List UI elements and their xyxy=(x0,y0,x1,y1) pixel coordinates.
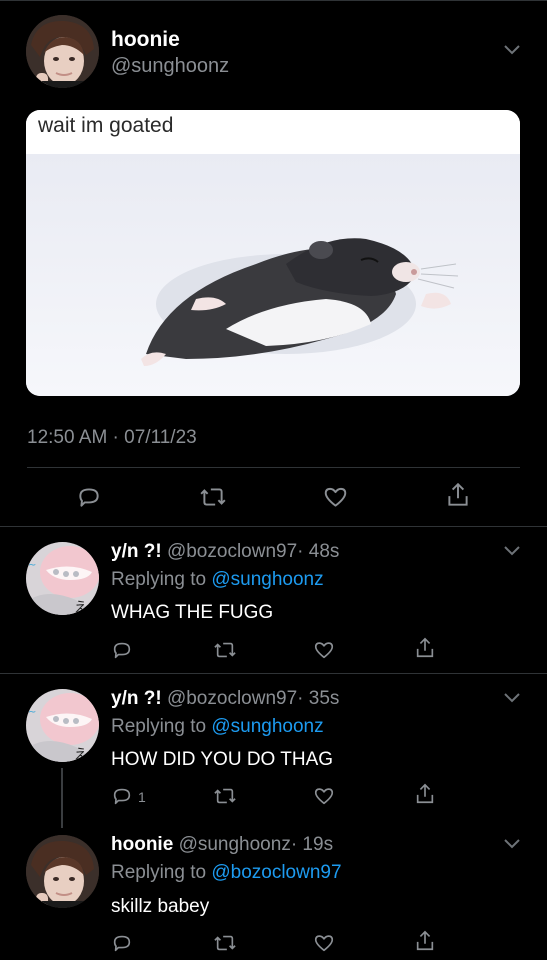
reply2-display-name[interactable]: y/n ?! xyxy=(111,688,162,709)
top-divider xyxy=(0,0,547,1)
reply3-time: · 19s xyxy=(290,834,334,855)
svg-text:え: え xyxy=(74,747,88,762)
main-timestamp[interactable]: 12:50 AM · 07/11/23 xyxy=(27,427,197,449)
avatar-hoonie-2[interactable] xyxy=(26,835,99,908)
reply3-handle[interactable]: @sunghoonz xyxy=(179,834,291,855)
main-handle[interactable]: @sunghoonz xyxy=(111,55,229,78)
reply3-header: hoonie @sunghoonz· 19s xyxy=(111,834,333,856)
reply1-handle[interactable]: @bozoclown97 xyxy=(167,541,297,562)
avatar-yn-image: ~ え xyxy=(26,542,99,615)
reply1-replying-to: Replying to @sunghoonz xyxy=(111,569,324,591)
reply1-replying-prefix: Replying to xyxy=(111,569,207,590)
reply3-text: skillz babey xyxy=(111,896,210,917)
avatar-yn[interactable]: ~ え xyxy=(26,542,99,615)
avatar-yn-2-image: ~ え xyxy=(26,689,99,762)
thread-line xyxy=(61,768,63,828)
reply2-replying-link[interactable]: @sunghoonz xyxy=(211,716,323,737)
reply1-share-icon[interactable] xyxy=(414,636,436,660)
reply1-like-icon[interactable] xyxy=(313,639,335,661)
svg-text:え: え xyxy=(74,600,88,615)
image-caption: wait im goated xyxy=(38,114,174,137)
reply2-handle[interactable]: @bozoclown97 xyxy=(167,688,297,709)
reply2-replying-to: Replying to @sunghoonz xyxy=(111,716,324,738)
reply2-header: y/n ?! @bozoclown97· 35s xyxy=(111,688,339,710)
timestamp-divider xyxy=(27,467,520,468)
svg-text:~: ~ xyxy=(28,707,36,718)
reply1-divider xyxy=(0,673,547,674)
hamster-illustration xyxy=(26,154,520,396)
reply3-replying-link[interactable]: @bozoclown97 xyxy=(211,862,341,883)
reply2-like-icon[interactable] xyxy=(313,785,335,807)
reply3-share-icon[interactable] xyxy=(414,929,436,953)
reply1-retweet-icon[interactable] xyxy=(213,639,237,661)
reply3-chevron-down-icon[interactable] xyxy=(503,838,521,850)
reply1-chevron-down-icon[interactable] xyxy=(503,545,521,557)
reply3-display-name[interactable]: hoonie xyxy=(111,834,173,855)
svg-text:~: ~ xyxy=(28,560,36,571)
share-icon[interactable] xyxy=(445,481,471,509)
reply3-replying-prefix: Replying to xyxy=(111,862,207,883)
chevron-down-icon[interactable] xyxy=(503,44,521,56)
retweet-icon[interactable] xyxy=(199,484,227,510)
reply-icon[interactable] xyxy=(76,484,102,510)
reply3-retweet-icon[interactable] xyxy=(213,932,237,954)
reply2-retweet-icon[interactable] xyxy=(213,785,237,807)
reply3-reply-icon[interactable] xyxy=(111,932,133,954)
main-tweet-divider xyxy=(0,526,547,527)
reply2-reply-count: 1 xyxy=(138,789,146,805)
avatar-hoonie-image xyxy=(26,15,99,88)
main-display-name[interactable]: hoonie xyxy=(111,28,180,52)
like-icon[interactable] xyxy=(322,484,349,510)
avatar-hoonie[interactable] xyxy=(26,15,99,88)
reply1-display-name[interactable]: y/n ?! xyxy=(111,541,162,562)
reply2-reply-icon[interactable] xyxy=(111,785,133,807)
reply1-time: · 48s xyxy=(297,541,340,562)
reply3-like-icon[interactable] xyxy=(313,932,335,954)
reply2-chevron-down-icon[interactable] xyxy=(503,692,521,704)
reply1-reply-icon[interactable] xyxy=(111,639,133,661)
avatar-yn-2[interactable]: ~ え xyxy=(26,689,99,762)
reply1-replying-link[interactable]: @sunghoonz xyxy=(211,569,323,590)
reply1-text: WHAG THE FUGG xyxy=(111,602,274,623)
reply2-share-icon[interactable] xyxy=(414,782,436,806)
reply2-time: · 35s xyxy=(297,688,340,709)
reply2-replying-prefix: Replying to xyxy=(111,716,207,737)
avatar-hoonie-2-image xyxy=(26,835,99,908)
tweet-image[interactable]: wait im goated xyxy=(26,110,520,396)
reply3-replying-to: Replying to @bozoclown97 xyxy=(111,862,342,884)
reply2-text: HOW DID YOU DO THAG xyxy=(111,749,334,770)
reply1-header: y/n ?! @bozoclown97· 48s xyxy=(111,541,339,563)
